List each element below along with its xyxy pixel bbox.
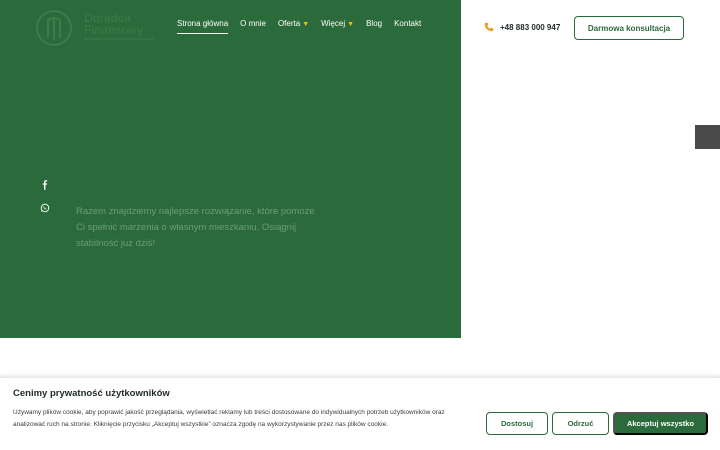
- nav-item-contact[interactable]: Kontakt: [394, 19, 421, 34]
- whatsapp-icon: [40, 203, 50, 213]
- nav-item-offer[interactable]: Oferta ▼: [278, 19, 309, 34]
- chevron-down-icon: ▼: [347, 21, 355, 28]
- nav-item-label: Strona główna: [177, 19, 229, 28]
- page: Doradca Finansowy Strona główna O mnie O…: [0, 0, 720, 450]
- facebook-link[interactable]: [36, 176, 54, 194]
- logo-mark-icon: [36, 10, 72, 46]
- cookie-body: Używamy plików cookie, aby poprawić jako…: [13, 409, 445, 428]
- side-tab[interactable]: [695, 125, 720, 149]
- logo-text: Doradca Finansowy: [84, 12, 143, 36]
- nav-item-home[interactable]: Strona główna: [177, 19, 229, 34]
- hero-section: Doradca Finansowy Strona główna O mnie O…: [0, 0, 461, 338]
- nav-item-label: Kontakt: [394, 19, 422, 28]
- phone-icon: [484, 22, 494, 32]
- cookie-title: Cenimy prywatność użytkowników: [13, 388, 170, 399]
- logo-line-2: Finansowy: [84, 23, 144, 37]
- nav-item-label: Więcej: [321, 19, 346, 28]
- cookie-banner: Cenimy prywatność użytkowników Używamy p…: [0, 377, 720, 450]
- nav-item-label: Blog: [366, 19, 383, 28]
- facebook-icon: [42, 180, 48, 190]
- nav-item-blog[interactable]: Blog: [366, 19, 382, 34]
- logo-underline: [84, 38, 154, 40]
- main-nav: Strona główna O mnie Oferta ▼ Więcej ▼ Blo…: [177, 19, 433, 34]
- nav-item-about[interactable]: O mnie: [240, 19, 266, 34]
- cookie-reject-button[interactable]: Odrzuć: [552, 412, 609, 435]
- chevron-down-icon: ▼: [302, 21, 310, 28]
- cookie-customize-button[interactable]: Dostosuj: [486, 412, 548, 435]
- phone-contact[interactable]: +48 883 000 947: [484, 22, 560, 32]
- free-consultation-button[interactable]: Darmowa konsultacja: [574, 16, 684, 40]
- whatsapp-link[interactable]: [36, 199, 54, 217]
- hero-description: Razem znajdziemy najlepsze rozwiązanie, …: [76, 206, 315, 249]
- nav-item-label: Oferta: [277, 19, 301, 28]
- site-logo[interactable]: Doradca Finansowy: [34, 8, 154, 48]
- nav-item-more[interactable]: Więcej ▼: [321, 19, 354, 34]
- cookie-accept-all-button[interactable]: Akceptuj wszystko: [613, 412, 708, 435]
- phone-number: +48 883 000 947: [500, 22, 561, 32]
- nav-item-label: O mnie: [240, 19, 266, 28]
